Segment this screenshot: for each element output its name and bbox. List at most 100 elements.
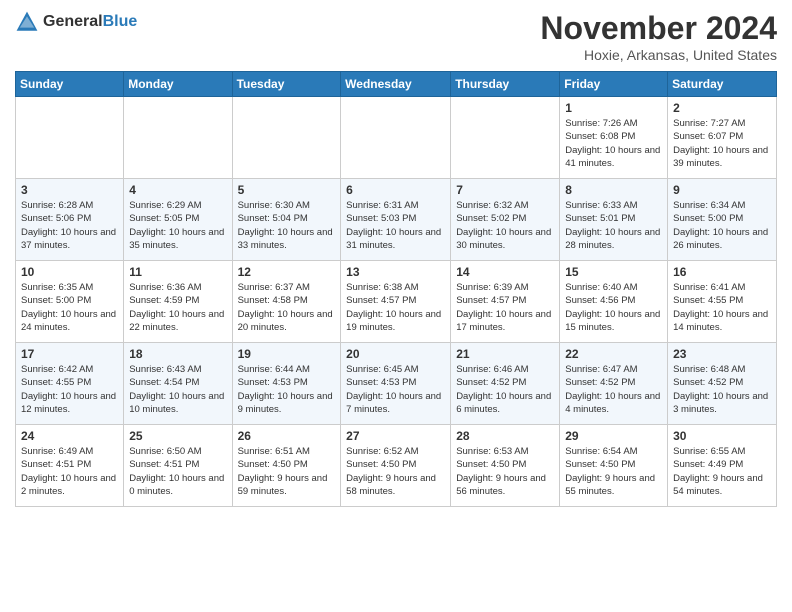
day-info: Sunrise: 6:32 AM Sunset: 5:02 PM Dayligh… <box>456 199 554 252</box>
calendar-cell <box>124 97 232 179</box>
calendar-cell: 25 Sunrise: 6:50 AM Sunset: 4:51 PM Dayli… <box>124 425 232 507</box>
calendar-cell: 17 Sunrise: 6:42 AM Sunset: 4:55 PM Dayli… <box>16 343 124 425</box>
day-info: Sunrise: 6:48 AM Sunset: 4:52 PM Dayligh… <box>673 363 771 416</box>
calendar-cell: 16 Sunrise: 6:41 AM Sunset: 4:55 PM Dayli… <box>668 261 777 343</box>
calendar-cell: 12Sunrise: 6:37 AM Sunset: 4:58 PM Dayli… <box>232 261 341 343</box>
page: GeneralBlue November 2024 Hoxie, Arkansa… <box>0 0 792 612</box>
day-info: Sunrise: 6:50 AM Sunset: 4:51 PM Dayligh… <box>129 445 226 498</box>
calendar-cell: 11Sunrise: 6:36 AM Sunset: 4:59 PM Dayli… <box>124 261 232 343</box>
day-info: Sunrise: 6:34 AM Sunset: 5:00 PM Dayligh… <box>673 199 771 252</box>
day-info: Sunrise: 6:47 AM Sunset: 4:52 PM Dayligh… <box>565 363 662 416</box>
calendar-cell: 14 Sunrise: 6:39 AM Sunset: 4:57 PM Dayli… <box>451 261 560 343</box>
calendar-week-row: 1 Sunrise: 7:26 AM Sunset: 6:08 PM Daylig… <box>16 97 777 179</box>
day-number: 4 <box>129 183 226 197</box>
location: Hoxie, Arkansas, United States <box>540 47 777 63</box>
calendar-cell: 24 Sunrise: 6:49 AM Sunset: 4:51 PM Dayli… <box>16 425 124 507</box>
weekday-header: Friday <box>560 72 668 97</box>
title-block: November 2024 Hoxie, Arkansas, United St… <box>540 10 777 63</box>
weekday-header: Sunday <box>16 72 124 97</box>
day-number: 2 <box>673 101 771 115</box>
calendar-cell: 27 Sunrise: 6:52 AM Sunset: 4:50 PM Dayli… <box>341 425 451 507</box>
calendar-week-row: 24 Sunrise: 6:49 AM Sunset: 4:51 PM Dayli… <box>16 425 777 507</box>
day-info: Sunrise: 6:30 AM Sunset: 5:04 PM Dayligh… <box>238 199 336 252</box>
calendar-cell: 10 Sunrise: 6:35 AM Sunset: 5:00 PM Dayli… <box>16 261 124 343</box>
calendar-cell <box>16 97 124 179</box>
day-number: 20 <box>346 347 445 361</box>
calendar-week-row: 10 Sunrise: 6:35 AM Sunset: 5:00 PM Dayli… <box>16 261 777 343</box>
day-info: Sunrise: 6:52 AM Sunset: 4:50 PM Dayligh… <box>346 445 445 498</box>
day-number: 17 <box>21 347 118 361</box>
day-info: Sunrise: 6:49 AM Sunset: 4:51 PM Dayligh… <box>21 445 118 498</box>
calendar-week-row: 17 Sunrise: 6:42 AM Sunset: 4:55 PM Dayli… <box>16 343 777 425</box>
logo-general: General <box>43 13 103 30</box>
calendar-cell: 30Sunrise: 6:55 AM Sunset: 4:49 PM Dayli… <box>668 425 777 507</box>
day-number: 16 <box>673 265 771 279</box>
day-number: 7 <box>456 183 554 197</box>
calendar-cell: 4 Sunrise: 6:29 AM Sunset: 5:05 PM Daylig… <box>124 179 232 261</box>
weekday-header: Thursday <box>451 72 560 97</box>
calendar-cell: 19 Sunrise: 6:44 AM Sunset: 4:53 PM Dayli… <box>232 343 341 425</box>
day-number: 10 <box>21 265 118 279</box>
day-number: 1 <box>565 101 662 115</box>
logo: GeneralBlue <box>15 10 137 34</box>
day-number: 15 <box>565 265 662 279</box>
day-number: 30 <box>673 429 771 443</box>
day-info: Sunrise: 6:42 AM Sunset: 4:55 PM Dayligh… <box>21 363 118 416</box>
day-number: 27 <box>346 429 445 443</box>
calendar-cell <box>341 97 451 179</box>
calendar-cell: 1 Sunrise: 7:26 AM Sunset: 6:08 PM Daylig… <box>560 97 668 179</box>
day-info: Sunrise: 6:35 AM Sunset: 5:00 PM Dayligh… <box>21 281 118 334</box>
day-number: 13 <box>346 265 445 279</box>
day-number: 9 <box>673 183 771 197</box>
calendar-week-row: 3Sunrise: 6:28 AM Sunset: 5:06 PM Daylig… <box>16 179 777 261</box>
day-info: Sunrise: 7:27 AM Sunset: 6:07 PM Dayligh… <box>673 117 771 170</box>
day-number: 8 <box>565 183 662 197</box>
calendar-cell: 6 Sunrise: 6:31 AM Sunset: 5:03 PM Daylig… <box>341 179 451 261</box>
day-info: Sunrise: 6:53 AM Sunset: 4:50 PM Dayligh… <box>456 445 554 498</box>
calendar-cell: 26 Sunrise: 6:51 AM Sunset: 4:50 PM Dayli… <box>232 425 341 507</box>
day-number: 3 <box>21 183 118 197</box>
calendar-cell: 3Sunrise: 6:28 AM Sunset: 5:06 PM Daylig… <box>16 179 124 261</box>
calendar-cell: 29Sunrise: 6:54 AM Sunset: 4:50 PM Dayli… <box>560 425 668 507</box>
day-info: Sunrise: 7:26 AM Sunset: 6:08 PM Dayligh… <box>565 117 662 170</box>
day-number: 22 <box>565 347 662 361</box>
calendar-cell: 13 Sunrise: 6:38 AM Sunset: 4:57 PM Dayli… <box>341 261 451 343</box>
calendar: SundayMondayTuesdayWednesdayThursdayFrid… <box>15 71 777 507</box>
day-number: 12 <box>238 265 336 279</box>
weekday-header: Monday <box>124 72 232 97</box>
day-info: Sunrise: 6:40 AM Sunset: 4:56 PM Dayligh… <box>565 281 662 334</box>
day-info: Sunrise: 6:44 AM Sunset: 4:53 PM Dayligh… <box>238 363 336 416</box>
day-info: Sunrise: 6:31 AM Sunset: 5:03 PM Dayligh… <box>346 199 445 252</box>
weekday-header: Tuesday <box>232 72 341 97</box>
day-info: Sunrise: 6:39 AM Sunset: 4:57 PM Dayligh… <box>456 281 554 334</box>
calendar-header: SundayMondayTuesdayWednesdayThursdayFrid… <box>16 72 777 97</box>
day-info: Sunrise: 6:51 AM Sunset: 4:50 PM Dayligh… <box>238 445 336 498</box>
day-number: 25 <box>129 429 226 443</box>
calendar-cell: 23 Sunrise: 6:48 AM Sunset: 4:52 PM Dayli… <box>668 343 777 425</box>
day-number: 26 <box>238 429 336 443</box>
calendar-cell: 15 Sunrise: 6:40 AM Sunset: 4:56 PM Dayli… <box>560 261 668 343</box>
day-number: 29 <box>565 429 662 443</box>
calendar-cell: 2 Sunrise: 7:27 AM Sunset: 6:07 PM Daylig… <box>668 97 777 179</box>
weekday-header: Saturday <box>668 72 777 97</box>
logo-icon <box>15 10 39 34</box>
day-number: 28 <box>456 429 554 443</box>
day-info: Sunrise: 6:41 AM Sunset: 4:55 PM Dayligh… <box>673 281 771 334</box>
calendar-body: 1 Sunrise: 7:26 AM Sunset: 6:08 PM Daylig… <box>16 97 777 507</box>
calendar-cell: 9 Sunrise: 6:34 AM Sunset: 5:00 PM Daylig… <box>668 179 777 261</box>
day-number: 24 <box>21 429 118 443</box>
day-info: Sunrise: 6:29 AM Sunset: 5:05 PM Dayligh… <box>129 199 226 252</box>
calendar-cell: 20Sunrise: 6:45 AM Sunset: 4:53 PM Dayli… <box>341 343 451 425</box>
day-number: 21 <box>456 347 554 361</box>
day-number: 23 <box>673 347 771 361</box>
weekday-header: Wednesday <box>341 72 451 97</box>
weekday-row: SundayMondayTuesdayWednesdayThursdayFrid… <box>16 72 777 97</box>
day-info: Sunrise: 6:38 AM Sunset: 4:57 PM Dayligh… <box>346 281 445 334</box>
day-number: 19 <box>238 347 336 361</box>
logo-blue: Blue <box>103 13 138 30</box>
calendar-cell: 18Sunrise: 6:43 AM Sunset: 4:54 PM Dayli… <box>124 343 232 425</box>
day-number: 6 <box>346 183 445 197</box>
day-number: 14 <box>456 265 554 279</box>
calendar-cell: 28 Sunrise: 6:53 AM Sunset: 4:50 PM Dayli… <box>451 425 560 507</box>
day-info: Sunrise: 6:43 AM Sunset: 4:54 PM Dayligh… <box>129 363 226 416</box>
